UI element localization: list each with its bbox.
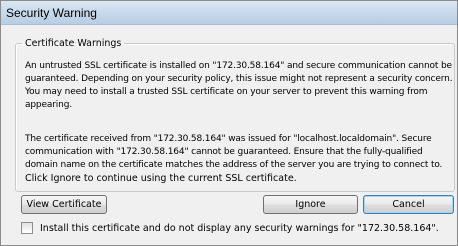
ignore-instruction: Click Ignore to continue using the curre… [25, 173, 297, 184]
ignore-button[interactable]: Ignore [263, 195, 358, 214]
group-legend: Certificate Warnings [25, 38, 122, 49]
window-title: Security Warning [6, 6, 97, 20]
message-line: appearing. [25, 100, 72, 110]
cancel-button[interactable]: Cancel [363, 195, 454, 214]
install-certificate-option[interactable]: Install this certificate and do not disp… [21, 222, 439, 234]
title-bar[interactable]: Security Warning [1, 1, 457, 25]
message-line: The certificate received from "172.30.58… [25, 134, 432, 144]
view-certificate-button[interactable]: View Certificate [21, 195, 107, 214]
hostname-mismatch-message: The certificate received from "172.30.58… [25, 133, 453, 172]
message-line: domain name on the certificate matches t… [25, 160, 443, 170]
untrusted-certificate-message: An untrusted SSL certificate is installe… [25, 60, 453, 112]
security-warning-dialog: Security Warning Certificate Warnings An… [0, 0, 458, 246]
message-line: guaranteed. Depending on your security p… [25, 74, 453, 84]
install-certificate-label[interactable]: Install this certificate and do not disp… [40, 223, 439, 234]
install-certificate-checkbox[interactable] [21, 222, 33, 234]
message-line: You may need to install a trusted SSL ce… [25, 87, 428, 97]
message-line: communication with "172.30.58.164" canno… [25, 147, 423, 157]
message-line: An untrusted SSL certificate is installe… [25, 61, 452, 71]
